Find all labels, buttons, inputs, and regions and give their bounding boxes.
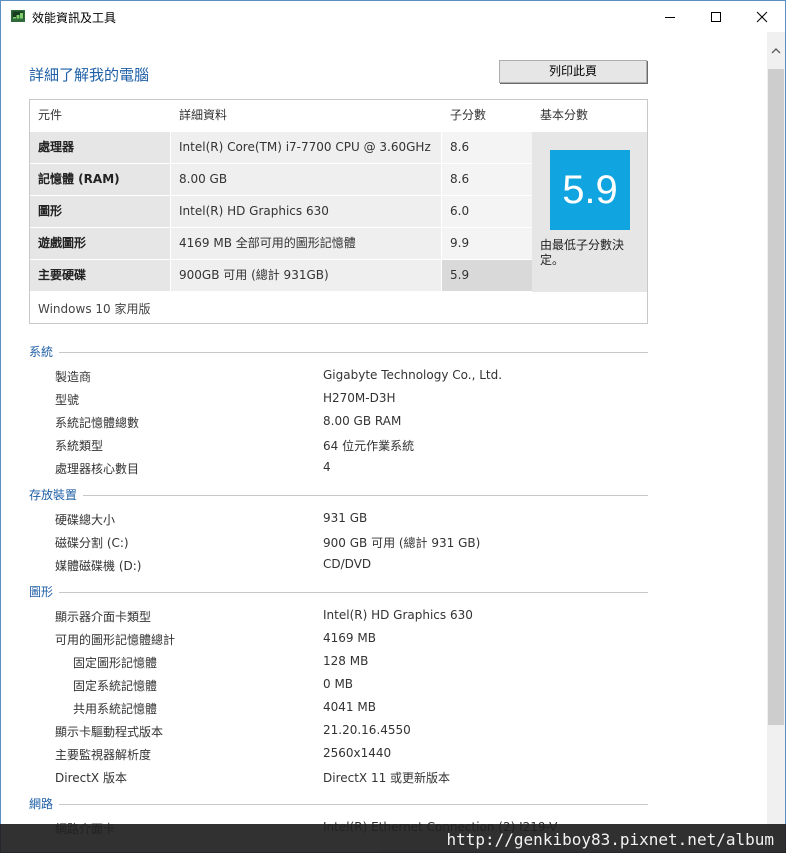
value-total-memory: 8.00 GB RAM	[323, 414, 402, 428]
label-directx-version: DirectX 版本	[55, 771, 127, 785]
row-detail: 8.00 GB	[171, 164, 441, 195]
content-area: 詳細了解我的電腦 列印此頁 元件 詳細資料 子分數 基本分數 處理器 Intel…	[1, 32, 767, 852]
column-header-detail: 詳細資料	[179, 108, 228, 122]
section-divider	[83, 495, 648, 496]
table-row: 處理器 Intel(R) Core(TM) i7-7700 CPU @ 3.60…	[30, 132, 532, 164]
label-graphics-memory-total: 可用的圖形記憶體總計	[55, 633, 176, 647]
base-score-caption: 由最低子分數決定。	[540, 238, 625, 267]
page-title: 詳細了解我的電腦	[29, 66, 150, 84]
label-system-type: 系統類型	[55, 439, 104, 453]
label-dedicated-graphics-memory: 固定圖形記憶體	[73, 656, 158, 670]
value-monitor-resolution: 2560x1440	[323, 746, 392, 760]
value-media-drive-d: CD/DVD	[323, 557, 372, 571]
scrollbar-thumb[interactable]	[768, 69, 784, 725]
vertical-scrollbar[interactable]	[767, 32, 785, 852]
maximize-button[interactable]	[693, 1, 739, 32]
value-model: H270M-D3H	[323, 391, 396, 405]
value-disk-total: 931 GB	[323, 511, 368, 525]
row-component: 處理器	[30, 132, 170, 163]
base-score-tile: 5.9	[550, 150, 630, 230]
label-manufacturer: 製造商	[55, 370, 92, 384]
table-row: 遊戲圖形 4169 MB 全部可用的圖形記憶體 9.9	[30, 228, 532, 260]
section-title-storage: 存放裝置	[29, 488, 78, 502]
row-subscore: 8.6	[442, 164, 532, 195]
value-system-type: 64 位元作業系統	[323, 439, 415, 453]
value-cpu-cores: 4	[323, 460, 331, 474]
row-detail: 4169 MB 全部可用的圖形記憶體	[171, 228, 441, 259]
row-subscore-lowest: 5.9	[442, 260, 532, 291]
row-detail: 900GB 可用 (總計 931GB)	[171, 260, 441, 291]
minimize-button[interactable]	[647, 1, 693, 32]
row-subscore: 9.9	[442, 228, 532, 259]
value-driver-version: 21.20.16.4550	[323, 723, 411, 737]
label-total-memory: 系統記憶體總數	[55, 416, 140, 430]
app-icon	[11, 10, 25, 22]
section-title-system: 系統	[29, 345, 54, 359]
row-component: 記憶體 (RAM)	[30, 164, 170, 195]
label-partition-c: 磁碟分割 (C:)	[55, 536, 129, 550]
column-header-subscore: 子分數	[450, 108, 487, 122]
section-divider	[59, 592, 648, 593]
section-title-graphics: 圖形	[29, 585, 54, 599]
maximize-icon	[711, 11, 721, 22]
label-driver-version: 顯示卡驅動程式版本	[55, 725, 164, 739]
value-manufacturer: Gigabyte Technology Co., Ltd.	[323, 368, 503, 382]
table-row: 記憶體 (RAM) 8.00 GB 8.6	[30, 164, 532, 196]
value-dedicated-graphics-memory: 128 MB	[323, 654, 369, 668]
watermark-text: http://genkiboy83.pixnet.net/album	[446, 830, 774, 849]
section-divider	[59, 352, 648, 353]
row-subscore: 8.6	[442, 132, 532, 163]
label-disk-total: 硬碟總大小	[55, 513, 116, 527]
column-header-component: 元件	[38, 108, 63, 122]
label-model: 型號	[55, 393, 80, 407]
row-component: 主要硬碟	[30, 260, 170, 291]
minimize-icon	[665, 16, 675, 18]
row-detail: Intel(R) HD Graphics 630	[171, 196, 441, 227]
windows-edition: Windows 10 家用版	[38, 302, 151, 316]
section-title-network: 網路	[29, 797, 54, 811]
score-table: 元件 詳細資料 子分數 基本分數 處理器 Intel(R) Core(TM) i…	[29, 99, 648, 324]
title-bar: 效能資訊及工具	[1, 1, 785, 32]
watermark-band: http://genkiboy83.pixnet.net/album	[0, 824, 786, 853]
row-subscore: 6.0	[442, 196, 532, 227]
row-detail: Intel(R) Core(TM) i7-7700 CPU @ 3.60GHz	[171, 132, 441, 163]
row-component: 遊戲圖形	[30, 228, 170, 259]
chevron-up-icon	[771, 47, 781, 53]
value-display-adapter: Intel(R) HD Graphics 630	[323, 608, 473, 622]
performance-info-window: 效能資訊及工具 詳細了解我的電腦 列印此頁 元件 詳細資料 子分數 基本分數 處…	[0, 0, 786, 853]
label-media-drive-d: 媒體磁碟機 (D:)	[55, 559, 142, 573]
column-header-base-score: 基本分數	[540, 108, 589, 122]
scroll-up-button[interactable]	[767, 42, 785, 58]
value-partition-c: 900 GB 可用 (總計 931 GB)	[323, 536, 481, 550]
row-component: 圖形	[30, 196, 170, 227]
label-cpu-cores: 處理器核心數目	[55, 462, 140, 476]
window-title: 效能資訊及工具	[32, 11, 117, 25]
label-display-adapter: 顯示器介面卡類型	[55, 610, 152, 624]
value-directx-version: DirectX 11 或更新版本	[323, 771, 451, 785]
close-button[interactable]	[739, 1, 785, 32]
close-icon	[756, 11, 768, 22]
table-row: 圖形 Intel(R) HD Graphics 630 6.0	[30, 196, 532, 228]
section-divider	[59, 804, 648, 805]
label-dedicated-system-memory: 固定系統記憶體	[73, 679, 158, 693]
value-shared-system-memory: 4041 MB	[323, 700, 376, 714]
base-score-panel: 5.9 由最低子分數決定。	[532, 132, 647, 292]
label-shared-system-memory: 共用系統記憶體	[73, 702, 158, 716]
value-graphics-memory-total: 4169 MB	[323, 631, 376, 645]
value-dedicated-system-memory: 0 MB	[323, 677, 354, 691]
table-row: 主要硬碟 900GB 可用 (總計 931GB) 5.9	[30, 260, 532, 292]
label-monitor-resolution: 主要監視器解析度	[55, 748, 152, 762]
print-page-button[interactable]: 列印此頁	[499, 60, 647, 83]
